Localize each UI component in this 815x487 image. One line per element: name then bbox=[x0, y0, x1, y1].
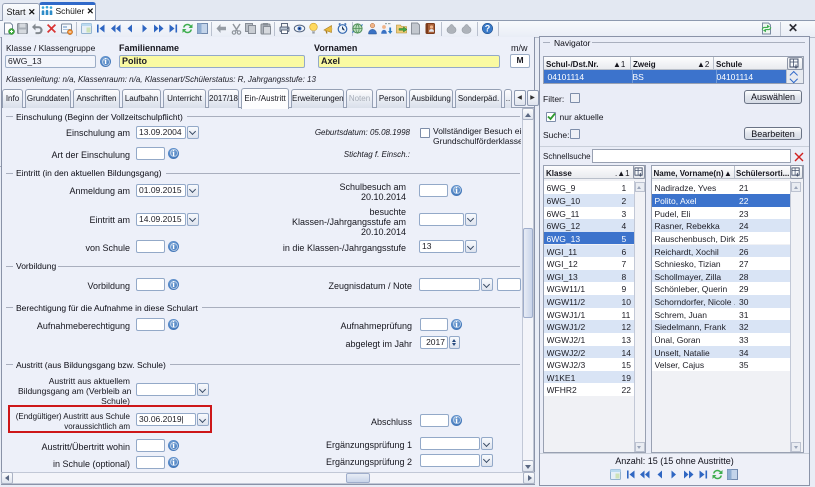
svg-text:?: ? bbox=[485, 24, 491, 34]
